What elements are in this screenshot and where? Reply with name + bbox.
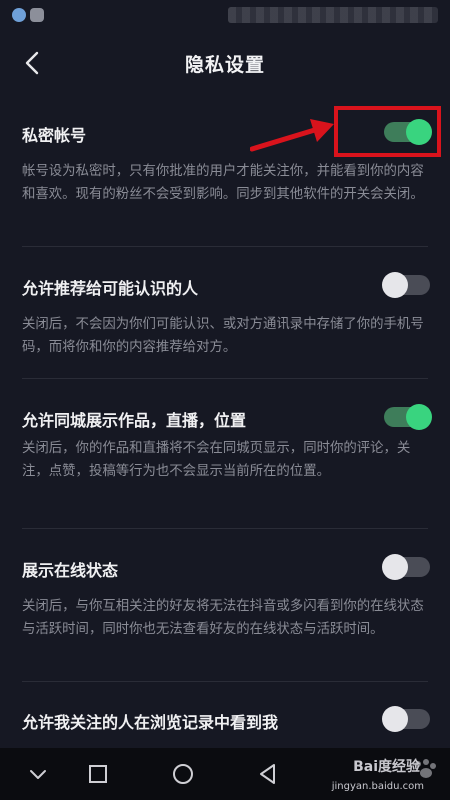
setting-description: 关闭后，你的作品和直播将不会在同城页显示，同时你的评论，关注，点赞，投稿等行为也… xyxy=(22,441,411,479)
notification-icon xyxy=(12,8,26,22)
online-status-toggle[interactable] xyxy=(382,554,430,580)
divider xyxy=(22,378,428,379)
app-icon xyxy=(30,8,44,22)
page-title: 隐私设置 xyxy=(184,54,265,76)
screen: 隐私设置 私密帐号 帐号设为私密时，只有你批准的用户才能关注你，并能看到你的内容… xyxy=(0,0,450,800)
recent-apps-icon[interactable] xyxy=(84,760,112,788)
back-nav-icon[interactable] xyxy=(254,760,282,788)
toggle-knob xyxy=(382,554,408,580)
setting-title: 允许推荐给可能认识的人 xyxy=(22,279,199,298)
header: 隐私设置 xyxy=(0,30,450,96)
setting-description: 关闭后，与你互相关注的好友将无法在抖音或多闪看到你的在线状态与活跃时间，同时你也… xyxy=(22,599,424,637)
hide-keyboard-icon[interactable] xyxy=(24,760,52,788)
browsing-history-toggle[interactable] xyxy=(382,706,430,732)
setting-description: 帐号设为私密时，只有你批准的用户才能关注你，并能看到你的内容和喜欢。现有的粉丝不… xyxy=(22,164,424,202)
setting-title: 私密帐号 xyxy=(22,126,87,145)
setting-title: 允许同城展示作品，直播，位置 xyxy=(22,411,247,430)
toggle-knob xyxy=(406,404,432,430)
annotation-arrow-icon xyxy=(250,119,334,152)
status-bar xyxy=(0,0,450,30)
watermark-text: Bai度经验 xyxy=(353,759,420,775)
divider xyxy=(22,528,428,529)
status-info-blurred xyxy=(228,7,438,23)
watermark-url: jingyan.baidu.com xyxy=(331,781,424,792)
divider xyxy=(22,246,428,247)
system-nav-bar: Bai度经验 jingyan.baidu.com xyxy=(0,748,450,800)
home-icon[interactable] xyxy=(169,760,197,788)
local-display-toggle[interactable] xyxy=(384,404,432,430)
annotation-highlight-box xyxy=(334,106,441,157)
toggle-knob xyxy=(382,706,408,732)
recommend-toggle[interactable] xyxy=(382,272,430,298)
divider xyxy=(22,681,428,682)
setting-description: 关闭后，不会因为你们可能认识、或对方通讯录中存储了你的手机号码，而将你和你的内容… xyxy=(22,317,424,355)
toggle-knob xyxy=(382,272,408,298)
setting-title: 允许我关注的人在浏览记录中看到我 xyxy=(22,713,279,732)
setting-title: 展示在线状态 xyxy=(22,561,119,580)
